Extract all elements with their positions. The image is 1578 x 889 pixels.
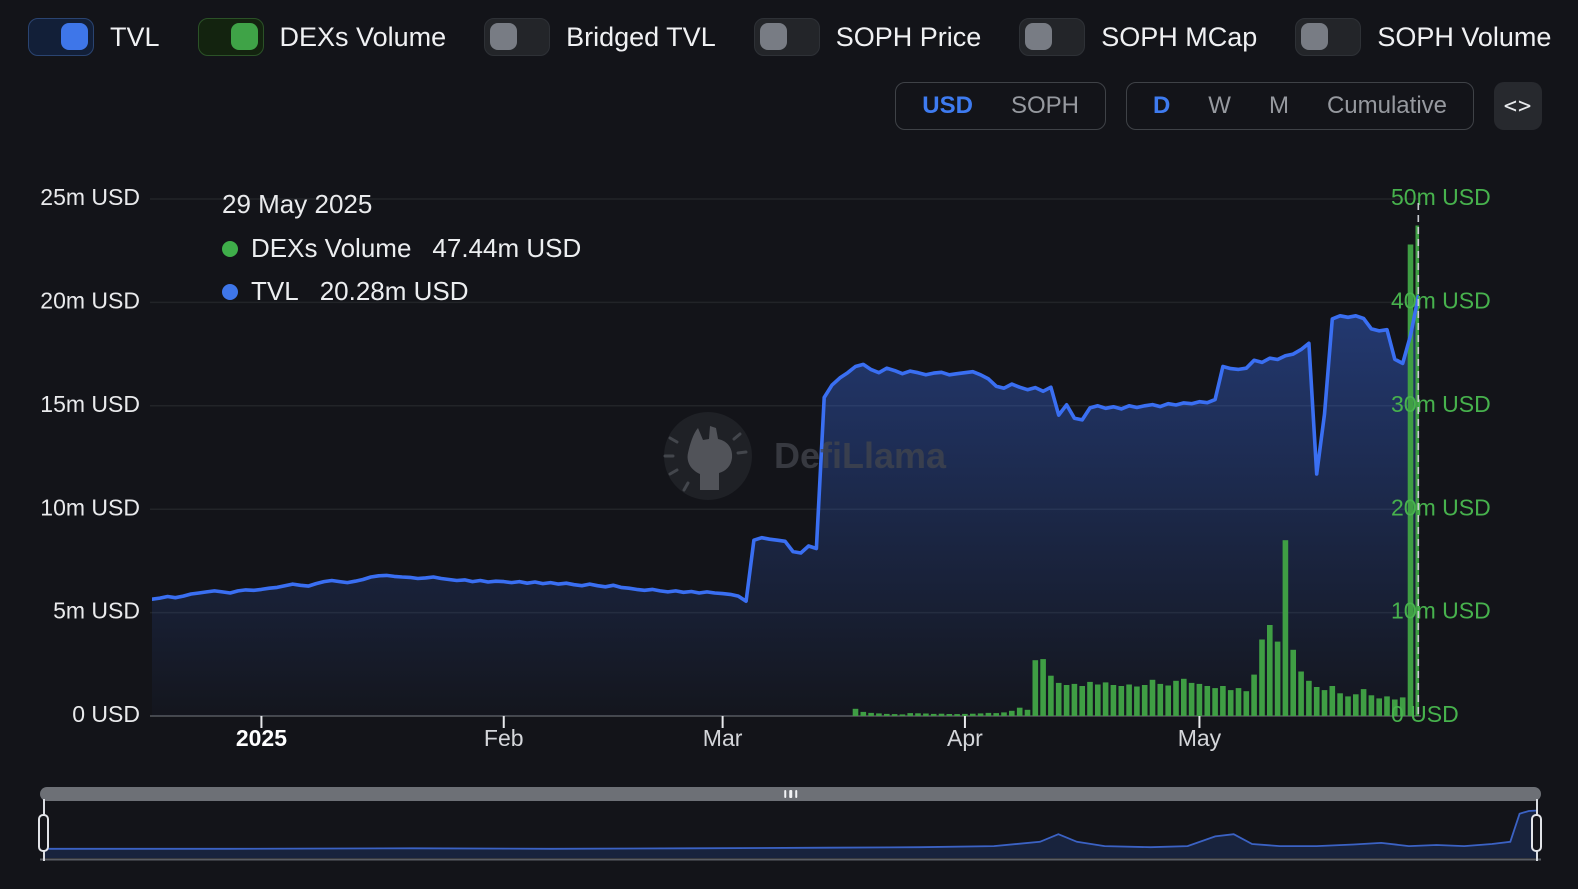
defillama-chart-widget: TVLDEXs VolumeBridged TVLSOPH PriceSOPH … <box>0 0 1578 889</box>
dexs-volume-dot-icon <box>222 241 238 257</box>
tooltip-series-name: TVL <box>251 277 299 307</box>
tooltip-series-value: 20.28m USD <box>320 277 469 307</box>
svg-text:Mar: Mar <box>703 725 743 751</box>
brush-preview-chart[interactable] <box>40 811 1541 860</box>
brush-left-handle[interactable] <box>38 814 49 852</box>
svg-text:0 USD: 0 USD <box>1391 701 1459 727</box>
svg-text:5m USD: 5m USD <box>53 598 140 624</box>
tooltip-date: 29 May 2025 <box>222 190 581 220</box>
tooltip-row-tvl: TVL 20.28m USD <box>222 277 581 307</box>
svg-text:Apr: Apr <box>947 725 983 751</box>
svg-text:20m USD: 20m USD <box>40 287 140 313</box>
tooltip-series-name: DEXs Volume <box>251 234 411 264</box>
svg-text:25m USD: 25m USD <box>40 184 140 210</box>
tvl-area <box>152 297 1418 716</box>
svg-text:40m USD: 40m USD <box>1391 287 1491 313</box>
scrollbar-grip-icon[interactable] <box>784 790 798 798</box>
svg-text:May: May <box>1178 725 1222 751</box>
main-chart-canvas: 25m USD 20m USD 15m USD 10m USD 5m USD 0 USD 5… <box>0 0 1578 889</box>
brush-right-handle[interactable] <box>1531 814 1542 852</box>
svg-text:0 USD: 0 USD <box>72 701 140 727</box>
svg-text:15m USD: 15m USD <box>40 391 140 417</box>
tooltip-row-dexs: DEXs Volume 47.44m USD <box>222 234 581 264</box>
svg-text:2025: 2025 <box>236 725 287 751</box>
svg-text:10m USD: 10m USD <box>1391 598 1491 624</box>
svg-text:30m USD: 30m USD <box>1391 391 1491 417</box>
svg-text:Feb: Feb <box>484 725 524 751</box>
svg-text:50m USD: 50m USD <box>1391 184 1491 210</box>
tvl-dot-icon <box>222 284 238 300</box>
svg-text:10m USD: 10m USD <box>40 494 140 520</box>
chart-tooltip: 29 May 2025 DEXs Volume 47.44m USD TVL 2… <box>222 190 581 307</box>
svg-text:20m USD: 20m USD <box>1391 494 1491 520</box>
tooltip-series-value: 47.44m USD <box>432 234 581 264</box>
datazoom-scrollbar[interactable] <box>40 787 1541 801</box>
